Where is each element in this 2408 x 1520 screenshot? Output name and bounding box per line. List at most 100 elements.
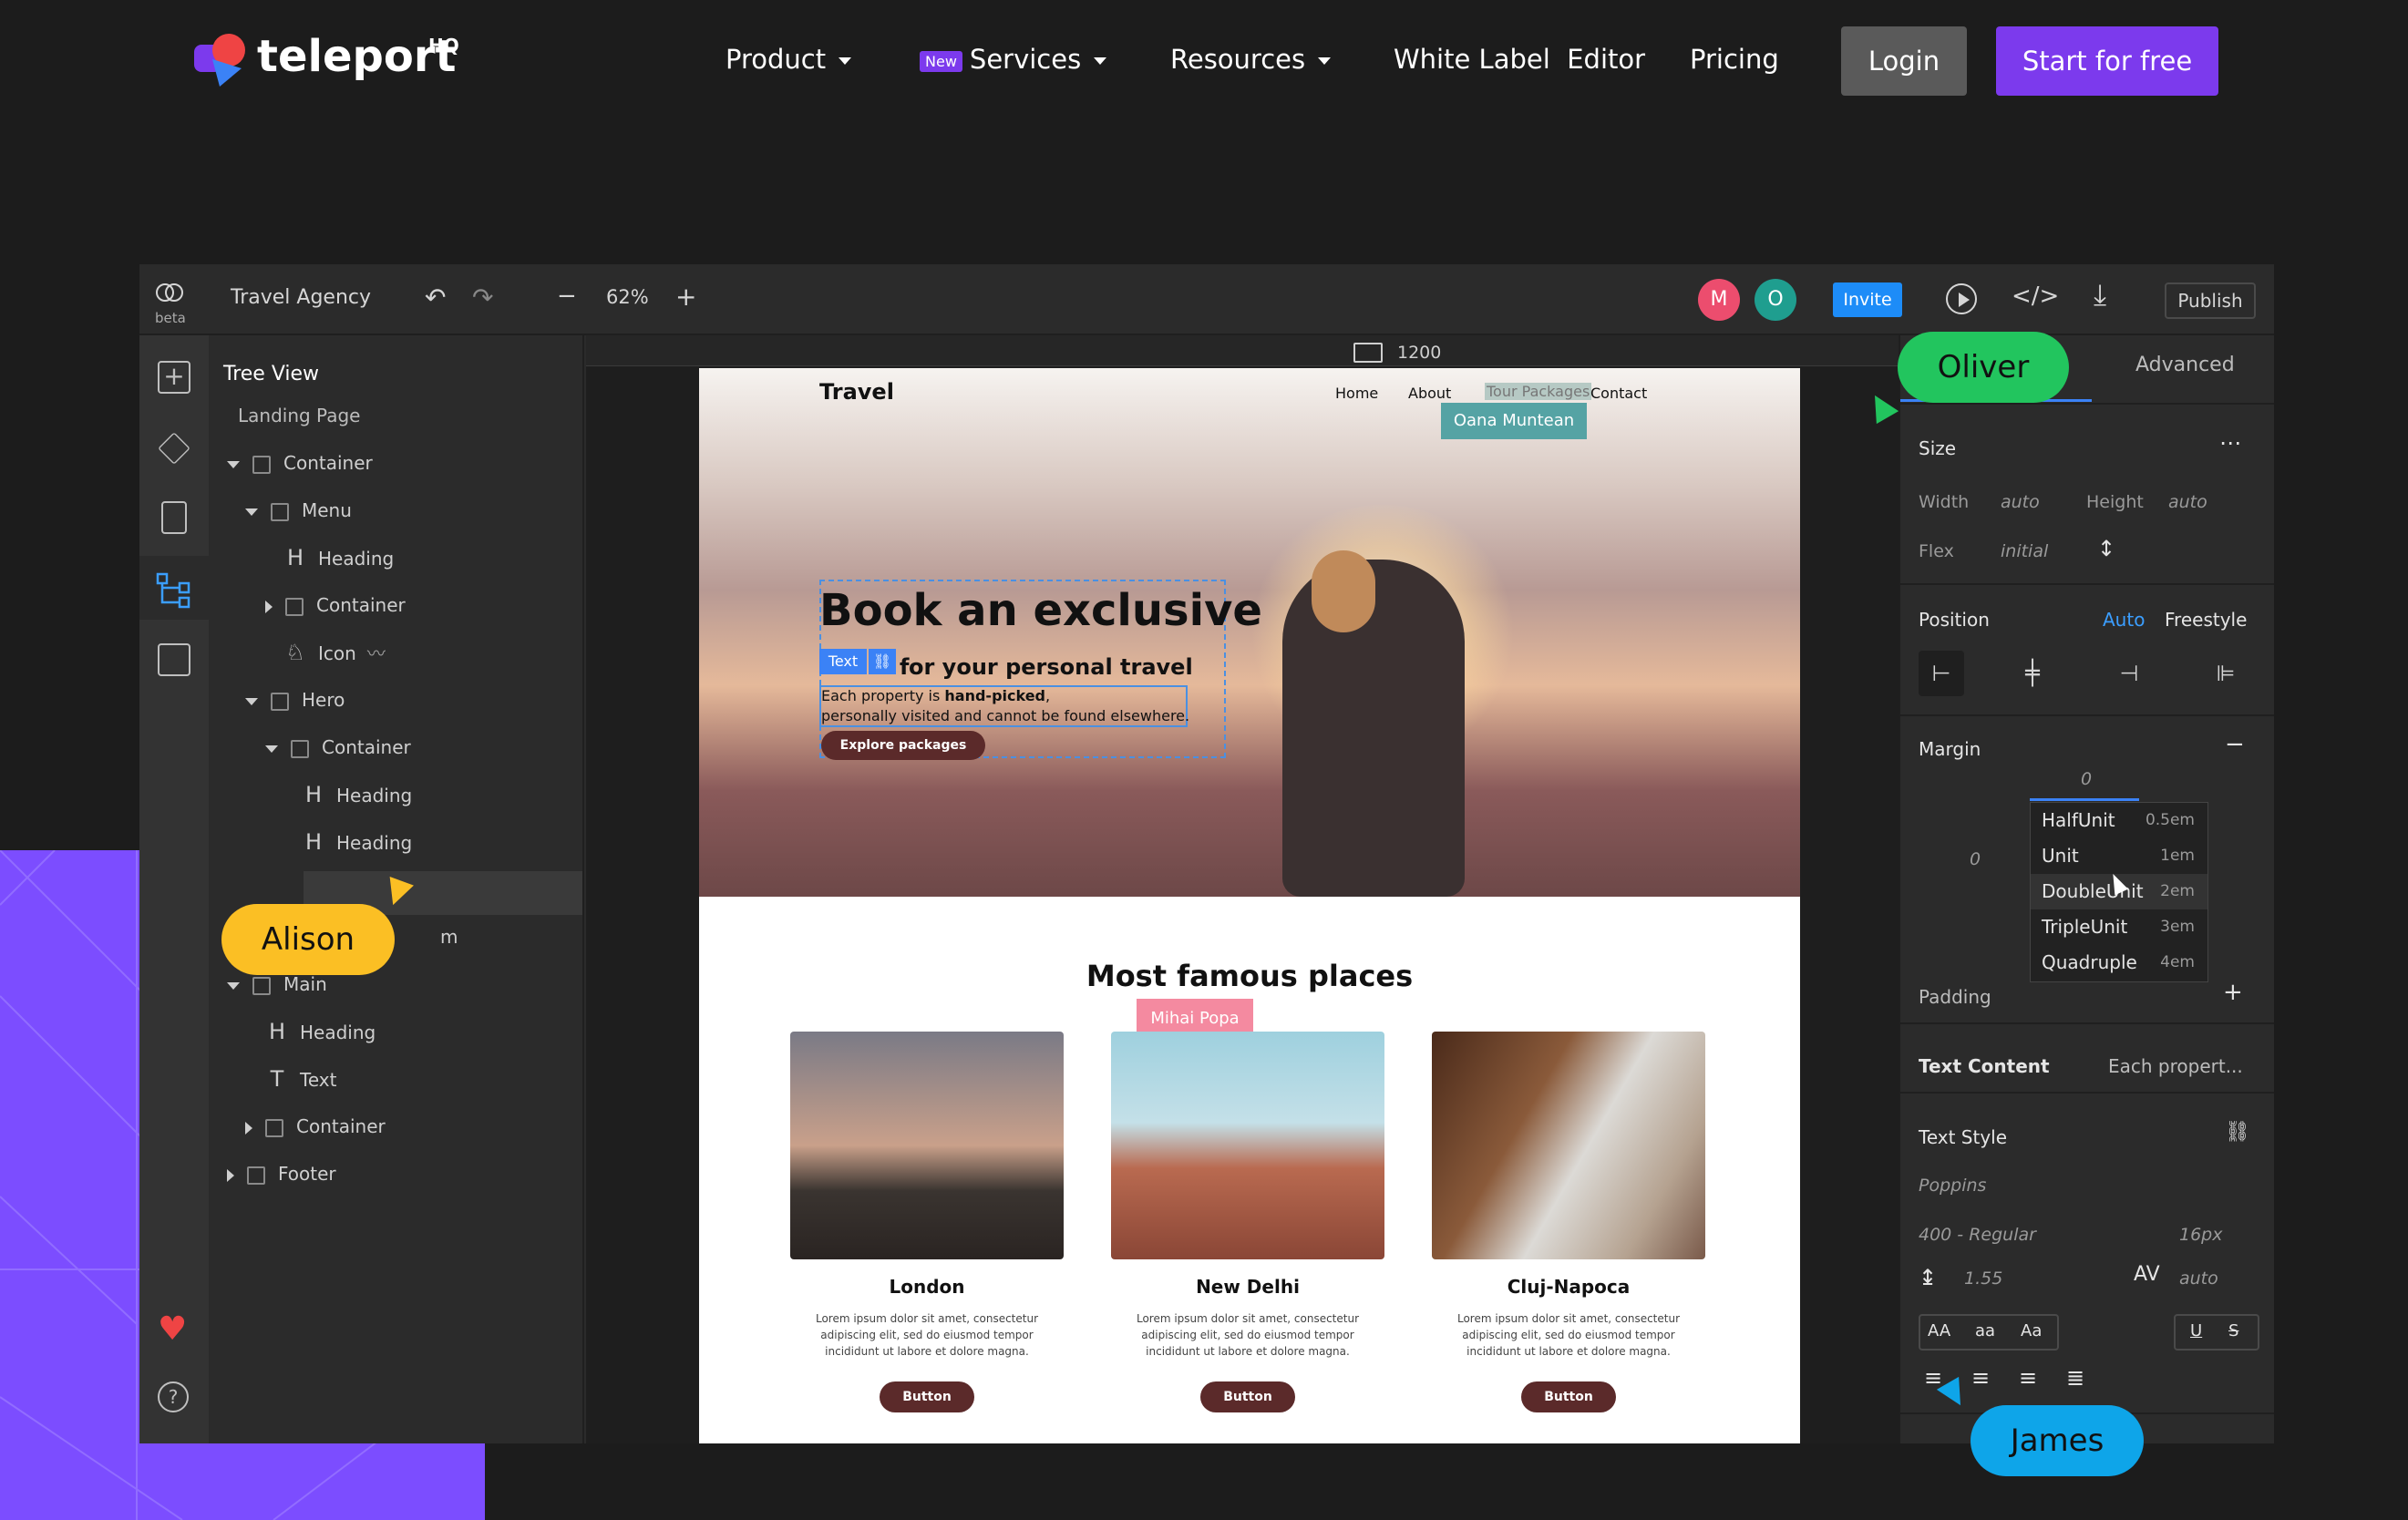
text-align-center-icon[interactable]: ≡ bbox=[1971, 1365, 1990, 1391]
tree-row[interactable]: Container bbox=[245, 1108, 386, 1145]
tree-row[interactable]: Menu bbox=[245, 492, 352, 529]
components-icon[interactable] bbox=[158, 432, 190, 465]
margin-left-value[interactable]: 0 bbox=[1970, 849, 1981, 869]
brand-name[interactable]: teleport bbox=[257, 31, 456, 82]
font-family-value[interactable]: Poppins bbox=[1919, 1176, 1986, 1196]
login-button[interactable]: Login bbox=[1841, 26, 1967, 96]
heart-icon[interactable]: ♥ bbox=[158, 1310, 187, 1348]
letter-spacing-value[interactable]: auto bbox=[2179, 1268, 2218, 1289]
zoom-in-icon[interactable]: + bbox=[675, 282, 696, 312]
nav-services[interactable]: New Services bbox=[920, 44, 1107, 75]
position-auto[interactable]: Auto bbox=[2103, 609, 2145, 631]
align-left-icon[interactable]: ⊢ bbox=[1919, 651, 1964, 696]
vertical-resize-icon[interactable]: ↕ bbox=[2097, 536, 2115, 561]
align-stretch-icon[interactable]: ⊫ bbox=[2203, 651, 2248, 696]
places-title[interactable]: Most famous places bbox=[699, 959, 1800, 993]
caret-right-icon[interactable] bbox=[245, 1121, 252, 1135]
checkbox[interactable] bbox=[252, 455, 271, 474]
help-icon[interactable]: ? bbox=[158, 1381, 189, 1412]
publish-button[interactable]: Publish bbox=[2165, 282, 2256, 319]
checkbox[interactable] bbox=[271, 502, 289, 521]
tree-row-landing-page[interactable]: Landing Page bbox=[238, 397, 360, 434]
add-padding-icon[interactable]: + bbox=[2223, 979, 2243, 1006]
collapse-icon[interactable]: − bbox=[2225, 731, 2245, 758]
hero-subheading[interactable]: or your personal travel bbox=[909, 654, 1193, 680]
page-menu-about[interactable]: About bbox=[1408, 385, 1451, 402]
checkbox[interactable] bbox=[252, 976, 271, 995]
underline-button[interactable]: U bbox=[2190, 1321, 2202, 1340]
link-icon[interactable]: ⛓ bbox=[869, 649, 896, 674]
checkbox[interactable] bbox=[265, 1118, 283, 1137]
tree-row-partial[interactable]: m bbox=[440, 919, 458, 955]
hero-heading[interactable]: Book an exclusive bbox=[819, 585, 1262, 636]
tree-view-icon[interactable] bbox=[139, 556, 209, 620]
checkbox[interactable] bbox=[247, 1166, 265, 1185]
align-center-icon[interactable]: ╪ bbox=[2010, 651, 2055, 696]
pages-icon[interactable] bbox=[161, 501, 187, 534]
zoom-level[interactable]: 62% bbox=[606, 286, 649, 308]
height-value[interactable]: auto bbox=[2168, 492, 2207, 512]
tab-advanced[interactable]: Advanced bbox=[2135, 354, 2235, 376]
font-weight-value[interactable]: 400 - Regular bbox=[1919, 1225, 2036, 1245]
checkbox[interactable] bbox=[291, 739, 309, 758]
checkbox[interactable] bbox=[271, 692, 289, 711]
text-align-justify-icon[interactable]: ≣ bbox=[2066, 1365, 2084, 1391]
download-icon[interactable]: ⤓ bbox=[2094, 277, 2106, 313]
page-menu-home[interactable]: Home bbox=[1335, 385, 1378, 402]
caret-down-icon[interactable] bbox=[227, 981, 240, 990]
nav-product[interactable]: Product bbox=[725, 44, 852, 75]
teleport-editor-logo-icon[interactable] bbox=[154, 279, 185, 306]
margin-top-value[interactable]: 0 bbox=[2081, 769, 2092, 789]
text-badge[interactable]: Text bbox=[819, 649, 867, 674]
start-for-free-button[interactable]: Start for free bbox=[1996, 26, 2218, 96]
card-button[interactable]: Button bbox=[1521, 1381, 1616, 1412]
tree-row[interactable]: H Heading bbox=[267, 1013, 376, 1050]
nav-resources[interactable]: Resources bbox=[1170, 44, 1332, 75]
lowercase-button[interactable]: aa bbox=[1975, 1321, 1995, 1340]
nav-white-label-editor[interactable]: White Label Editor bbox=[1394, 44, 1645, 75]
tree-row[interactable]: H Heading bbox=[304, 776, 412, 813]
line-height-value[interactable]: 1.55 bbox=[1964, 1268, 2002, 1289]
code-icon[interactable]: </> bbox=[2012, 282, 2059, 310]
tree-row[interactable]: Container bbox=[265, 729, 411, 765]
more-options-icon[interactable]: ⋯ bbox=[2219, 430, 2241, 456]
position-freestyle[interactable]: Freestyle bbox=[2165, 609, 2247, 631]
dropdown-option[interactable]: Quadruple 4em bbox=[2031, 945, 2207, 981]
font-size-value[interactable]: 16px bbox=[2179, 1225, 2222, 1245]
align-right-icon[interactable]: ⊣ bbox=[2106, 651, 2152, 696]
add-element-icon[interactable]: + bbox=[158, 361, 190, 394]
tree-row[interactable]: H Heading bbox=[304, 824, 412, 860]
avatar[interactable]: M bbox=[1698, 279, 1740, 321]
caret-right-icon[interactable] bbox=[227, 1168, 234, 1182]
tree-row[interactable]: H Heading bbox=[285, 539, 394, 576]
uppercase-button[interactable]: AA bbox=[1928, 1321, 1950, 1340]
avatar[interactable]: O bbox=[1755, 279, 1796, 321]
dropdown-option[interactable]: TripleUnit 3em bbox=[2031, 909, 2207, 945]
tree-row[interactable]: Container bbox=[265, 587, 406, 623]
flex-value[interactable]: initial bbox=[2001, 541, 2048, 561]
tree-row[interactable]: T Text bbox=[267, 1061, 337, 1097]
tree-row[interactable]: Hero bbox=[245, 682, 345, 718]
viewport-width[interactable]: 1200 bbox=[1397, 343, 1441, 363]
tree-row[interactable]: Footer bbox=[227, 1155, 336, 1192]
text-content-value[interactable]: Each propert... bbox=[2108, 1055, 2243, 1077]
page-menu-contact[interactable]: Contact bbox=[1590, 385, 1647, 402]
card-button[interactable]: Button bbox=[880, 1381, 974, 1412]
tree-row[interactable]: ♘ Icon 〰 bbox=[285, 634, 386, 671]
explore-packages-button[interactable]: Explore packages bbox=[821, 731, 985, 760]
undo-icon[interactable]: ↶ bbox=[425, 282, 446, 313]
width-value[interactable]: auto bbox=[2001, 492, 2040, 512]
preview-play-icon[interactable] bbox=[1946, 283, 1977, 314]
caret-down-icon[interactable] bbox=[245, 697, 258, 705]
nav-pricing[interactable]: Pricing bbox=[1690, 44, 1779, 75]
assets-image-icon[interactable] bbox=[158, 643, 190, 676]
titlecase-button[interactable]: Aa bbox=[2021, 1321, 2042, 1340]
zoom-out-icon[interactable]: − bbox=[557, 282, 577, 310]
caret-down-icon[interactable] bbox=[245, 508, 258, 516]
card-button[interactable]: Button bbox=[1200, 1381, 1295, 1412]
caret-down-icon[interactable] bbox=[227, 460, 240, 468]
dropdown-option[interactable]: HalfUnit 0.5em bbox=[2031, 803, 2207, 838]
caret-right-icon[interactable] bbox=[265, 600, 273, 613]
page-logo[interactable]: Travel bbox=[819, 379, 894, 405]
redo-icon[interactable]: ↷ bbox=[472, 282, 493, 313]
